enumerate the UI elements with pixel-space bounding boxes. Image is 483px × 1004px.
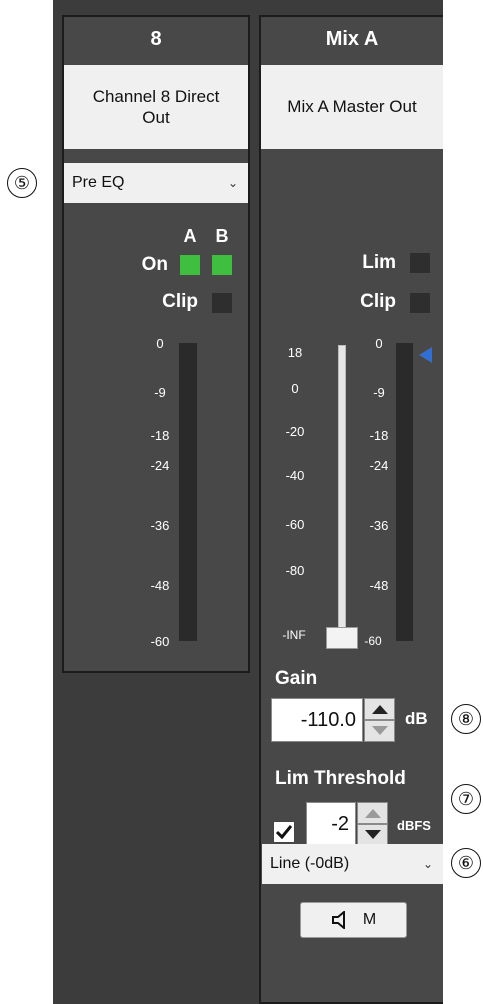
callout-8: ⑧ (451, 704, 481, 734)
checkmark-icon (276, 825, 292, 839)
gain-unit: dB (405, 709, 428, 728)
gain-label: Gain (275, 668, 318, 689)
tap-point-dropdown[interactable]: Pre EQ ⌄ (64, 163, 248, 203)
channel-8-level-meter (179, 343, 197, 641)
callout-7: ⑦ (451, 784, 481, 814)
fader-tick: -40 (285, 468, 305, 483)
callout-6: ⑥ (451, 848, 481, 878)
meter-tick: 0 (375, 336, 383, 351)
speaker-icon (331, 911, 345, 929)
meter-tick: -9 (154, 385, 166, 400)
fader-tick: 0 (291, 381, 299, 396)
meter-tick: -18 (369, 428, 389, 443)
mix-a-clip-indicator (410, 293, 430, 313)
arrow-up-icon (364, 809, 381, 818)
fader-tick: 18 (287, 345, 303, 360)
lim-label: Lim (362, 252, 396, 273)
channel-8-name-line2: Out (142, 108, 170, 127)
chevron-down-icon: ⌄ (227, 176, 238, 190)
meter-tick: -18 (150, 428, 170, 443)
gain-input[interactable]: -110.0 (271, 698, 363, 742)
on-a-indicator[interactable] (180, 255, 200, 275)
channel-8-name-line1: Channel 8 Direct (92, 86, 220, 106)
lim-threshold-input[interactable]: -2 (306, 802, 356, 846)
meter-tick: -24 (150, 458, 170, 473)
mix-a-name[interactable]: Mix A Master Out (261, 65, 443, 149)
mix-a-title: Mix A (325, 28, 379, 50)
gain-increase-button[interactable] (364, 698, 395, 720)
arrow-up-icon (371, 705, 388, 714)
gain-decrease-button[interactable] (364, 720, 395, 742)
lim-threshold-checkbox[interactable] (273, 821, 295, 843)
meter-tick: -24 (369, 458, 389, 473)
lim-threshold-decrease-button[interactable] (357, 824, 388, 846)
meter-tick: -48 (369, 578, 389, 593)
clip-label: Clip (162, 291, 198, 312)
channel-8-name[interactable]: Channel 8 Direct Out (64, 65, 248, 149)
output-level-dropdown[interactable]: Line (-0dB) ⌄ (262, 844, 443, 884)
gain-fader-handle[interactable] (326, 627, 358, 649)
fader-tick: -60 (285, 517, 305, 532)
tap-point-value: Pre EQ (72, 174, 125, 191)
fader-tick: -INF (282, 628, 306, 642)
column-b-label: B (215, 226, 229, 246)
meter-tick: -48 (150, 578, 170, 593)
channel-8-title: 8 (150, 28, 162, 50)
callout-5: ⑤ (7, 168, 37, 198)
arrow-down-icon (364, 830, 381, 839)
arrow-down-icon (371, 726, 388, 735)
lim-threshold-marker-icon[interactable] (419, 347, 432, 363)
mix-a-level-meter (396, 343, 413, 641)
lim-indicator (410, 253, 430, 273)
lim-threshold-unit: dBFS (397, 818, 431, 833)
fader-tick: -80 (285, 563, 305, 578)
mute-button[interactable]: M (300, 902, 407, 938)
gain-fader-track[interactable] (338, 345, 346, 637)
meter-tick: -60 (150, 634, 170, 649)
mix-a-clip-label: Clip (360, 291, 396, 312)
output-level-value: Line (-0dB) (270, 855, 350, 872)
mute-label: M (362, 911, 377, 928)
meter-tick: -36 (369, 518, 389, 533)
chevron-down-icon: ⌄ (422, 857, 433, 871)
on-b-indicator[interactable] (212, 255, 232, 275)
meter-tick: 0 (156, 336, 164, 351)
meter-tick: -60 (364, 634, 382, 648)
meter-tick: -36 (150, 518, 170, 533)
lim-threshold-label: Lim Threshold (275, 768, 406, 789)
column-a-label: A (183, 226, 197, 246)
on-label: On (141, 254, 168, 275)
fader-tick: -20 (285, 424, 305, 439)
meter-tick: -9 (373, 385, 385, 400)
lim-threshold-increase-button[interactable] (357, 802, 388, 824)
clip-indicator (212, 293, 232, 313)
